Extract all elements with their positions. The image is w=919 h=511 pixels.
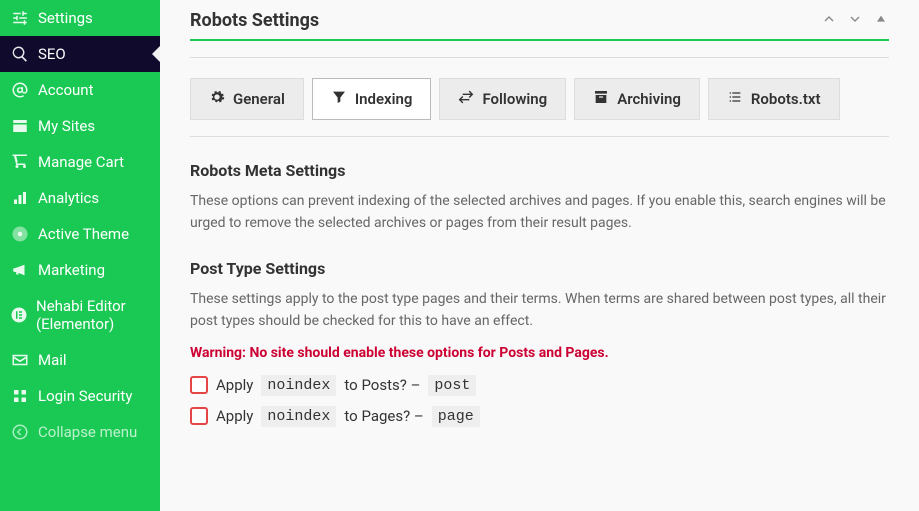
sidebar-collapse-label: Collapse menu bbox=[38, 423, 137, 441]
section-desc-meta: These options can prevent indexing of th… bbox=[190, 190, 889, 235]
tab-following[interactable]: Following bbox=[439, 78, 566, 120]
tab-robotstxt[interactable]: Robots.txt bbox=[708, 78, 840, 120]
tabs-row: General Indexing Following Archiving Rob… bbox=[190, 78, 889, 120]
mail-icon bbox=[10, 351, 30, 369]
window-icon bbox=[10, 117, 30, 135]
panel-title: Robots Settings bbox=[190, 10, 319, 31]
megaphone-icon bbox=[10, 261, 30, 279]
list-icon bbox=[727, 89, 743, 109]
code-noindex: noindex bbox=[261, 406, 336, 427]
label-mid: to Pages? – bbox=[344, 407, 423, 425]
sidebar-item-label: My Sites bbox=[38, 117, 95, 135]
elementor-icon bbox=[10, 306, 28, 324]
noindex-posts-row: Apply noindex to Posts? – post bbox=[190, 375, 889, 396]
radioactive-icon bbox=[10, 225, 30, 243]
sidebar-item-nehabi-editor[interactable]: Nehabi Editor (Elementor) bbox=[0, 288, 160, 342]
sidebar-item-label: Active Theme bbox=[38, 225, 129, 243]
noindex-pages-row: Apply noindex to Pages? – page bbox=[190, 406, 889, 427]
search-icon bbox=[10, 45, 30, 63]
tab-label: Archiving bbox=[617, 90, 681, 108]
tab-archiving[interactable]: Archiving bbox=[574, 78, 700, 120]
sidebar-item-label: Analytics bbox=[38, 189, 99, 207]
sidebar-item-mail[interactable]: Mail bbox=[0, 342, 160, 378]
sidebar-item-label: SEO bbox=[38, 45, 66, 63]
sidebar-item-label: Mail bbox=[38, 351, 67, 369]
collapse-icon bbox=[10, 423, 30, 441]
panel-controls bbox=[821, 11, 889, 31]
sidebar-item-label: Nehabi Editor (Elementor) bbox=[36, 297, 150, 333]
code-page: page bbox=[432, 406, 480, 427]
bar-chart-icon bbox=[10, 189, 30, 207]
warning-text: Warning: No site should enable these opt… bbox=[190, 345, 889, 361]
code-noindex: noindex bbox=[261, 375, 336, 396]
label-pre: Apply bbox=[216, 407, 253, 425]
triangle-up-icon[interactable] bbox=[873, 11, 889, 31]
sidebar-item-seo[interactable]: SEO bbox=[0, 36, 160, 72]
sidebar-item-label: Marketing bbox=[38, 261, 105, 279]
sidebar-item-marketing[interactable]: Marketing bbox=[0, 252, 160, 288]
divider bbox=[190, 57, 889, 58]
sidebar-item-settings[interactable]: Settings bbox=[0, 0, 160, 36]
sidebar-item-mysites[interactable]: My Sites bbox=[0, 108, 160, 144]
panel-header: Robots Settings bbox=[190, 0, 889, 41]
at-icon bbox=[10, 81, 30, 99]
gear-icon bbox=[209, 89, 225, 109]
checkbox-noindex-posts[interactable] bbox=[190, 376, 208, 394]
section-title-meta: Robots Meta Settings bbox=[190, 161, 889, 180]
tab-label: Following bbox=[482, 90, 547, 108]
sidebar-collapse[interactable]: Collapse menu bbox=[0, 414, 160, 450]
cart-icon bbox=[10, 153, 30, 171]
tab-label: General bbox=[233, 90, 285, 108]
tab-label: Indexing bbox=[355, 90, 413, 108]
section-title-posttype: Post Type Settings bbox=[190, 259, 889, 278]
section-desc-posttype: These settings apply to the post type pa… bbox=[190, 288, 889, 333]
shield-icon bbox=[10, 387, 30, 405]
sidebar-item-label: Settings bbox=[38, 9, 93, 27]
exchange-icon bbox=[458, 89, 474, 109]
sidebar-item-analytics[interactable]: Analytics bbox=[0, 180, 160, 216]
sidebar-item-label: Login Security bbox=[38, 387, 132, 405]
checkbox-noindex-pages[interactable] bbox=[190, 407, 208, 425]
tab-label: Robots.txt bbox=[751, 90, 821, 108]
chevron-down-icon[interactable] bbox=[847, 11, 863, 31]
label-pre: Apply bbox=[216, 376, 253, 394]
sidebar-item-label: Manage Cart bbox=[38, 153, 124, 171]
sidebar-item-account[interactable]: Account bbox=[0, 72, 160, 108]
tab-general[interactable]: General bbox=[190, 78, 304, 120]
tab-indexing[interactable]: Indexing bbox=[312, 78, 432, 120]
code-post: post bbox=[428, 375, 476, 396]
sidebar-item-label: Account bbox=[38, 81, 94, 99]
sidebar-item-manage-cart[interactable]: Manage Cart bbox=[0, 144, 160, 180]
sliders-icon bbox=[10, 9, 30, 27]
divider bbox=[190, 136, 889, 137]
chevron-up-icon[interactable] bbox=[821, 11, 837, 31]
label-mid: to Posts? – bbox=[344, 376, 420, 394]
main-content: Robots Settings General Indexing Followi… bbox=[160, 0, 919, 511]
sidebar-item-active-theme[interactable]: Active Theme bbox=[0, 216, 160, 252]
admin-sidebar: Settings SEO Account My Sites Manage Car… bbox=[0, 0, 160, 511]
sidebar-item-login-security[interactable]: Login Security bbox=[0, 378, 160, 414]
filter-icon bbox=[331, 89, 347, 109]
archive-icon bbox=[593, 89, 609, 109]
active-pointer bbox=[152, 46, 160, 62]
